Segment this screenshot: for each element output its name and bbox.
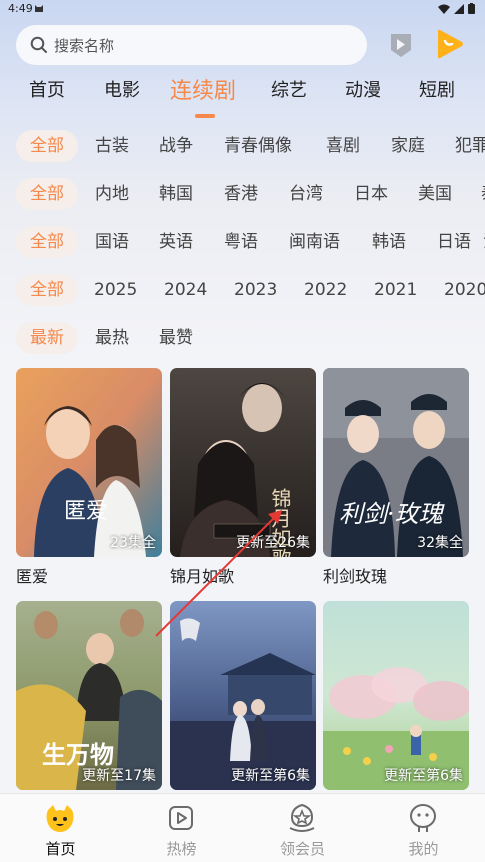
region-chip[interactable]: 泰 xyxy=(481,178,485,210)
region-chip[interactable]: 日本 xyxy=(354,178,388,210)
drama-poster: 锦月如歌 更新至26集 xyxy=(170,368,316,557)
language-chip[interactable]: 国语 xyxy=(95,226,129,258)
genre-chip[interactable]: 战争 xyxy=(159,130,193,162)
year-chip[interactable]: 2022 xyxy=(304,274,347,306)
language-chip-all[interactable]: 全部 xyxy=(16,226,78,258)
notification-cat-icon xyxy=(35,5,43,12)
play-square-icon xyxy=(169,806,193,830)
year-chip[interactable]: 2024 xyxy=(164,274,207,306)
region-chip-all[interactable]: 全部 xyxy=(16,178,78,210)
download-icon[interactable] xyxy=(386,30,416,60)
drama-card[interactable]: 匿爱 23集全 匿爱 xyxy=(16,368,162,587)
region-filter-row: 全部 内地 韩国 香港 台湾 日本 美国 泰 xyxy=(0,178,485,214)
drama-title: 匿爱 xyxy=(16,567,49,586)
language-chip[interactable]: 日语 xyxy=(437,226,471,258)
tab-series[interactable]: 连续剧 xyxy=(170,73,236,105)
nav-profile[interactable]: 我的 xyxy=(363,794,484,862)
poster-title-art: 匿爱 xyxy=(64,499,108,524)
status-bar: 4:49 xyxy=(0,0,485,18)
language-filter-row: 全部 国语 英语 粤语 闽南语 韩语 日语 法 xyxy=(0,226,485,262)
episode-badge: 更新至17集 xyxy=(82,768,156,784)
nav-hot-list[interactable]: 热榜 xyxy=(121,794,242,862)
battery-icon xyxy=(468,3,475,14)
nav-vip[interactable]: 领会员 xyxy=(242,794,363,862)
profile-face-icon xyxy=(410,804,436,832)
episode-badge: 更新至第6集 xyxy=(384,768,463,784)
sort-chip-most-liked[interactable]: 最赞 xyxy=(159,322,193,354)
app-logo-play-icon[interactable] xyxy=(432,27,466,61)
language-chip[interactable]: 韩语 xyxy=(372,226,406,258)
drama-card[interactable]: 更新至第6集 xyxy=(323,601,469,790)
drama-card[interactable]: 生万物 更新至17集 xyxy=(16,601,162,790)
search-input[interactable]: 搜索名称 xyxy=(16,25,367,65)
vip-gift-icon xyxy=(289,803,315,832)
status-indicators xyxy=(438,3,475,14)
main-category-tabs: 首页 电影 连续剧 综艺 动漫 短剧 xyxy=(0,76,485,116)
episode-badge: 32集全 xyxy=(417,535,463,551)
wifi-icon xyxy=(438,4,450,14)
tab-short-drama[interactable]: 短剧 xyxy=(419,76,455,102)
nav-label-vip: 领会员 xyxy=(279,840,325,858)
region-chip[interactable]: 韩国 xyxy=(159,178,193,210)
drama-poster: 利剑·玫瑰 32集全 xyxy=(323,368,469,557)
episode-badge: 更新至26集 xyxy=(236,535,310,551)
drama-card[interactable]: 利剑·玫瑰 32集全 利剑玫瑰 xyxy=(323,368,469,587)
poster-title-art: 利剑·玫瑰 xyxy=(339,500,446,528)
sort-chip-hottest[interactable]: 最热 xyxy=(95,322,129,354)
region-chip[interactable]: 美国 xyxy=(418,178,452,210)
drama-poster: 更新至第6集 xyxy=(323,601,469,790)
year-chip[interactable]: 2021 xyxy=(374,274,417,306)
genre-chip[interactable]: 古装 xyxy=(95,130,129,162)
year-chip[interactable]: 2025 xyxy=(94,274,137,306)
genre-chip-all[interactable]: 全部 xyxy=(16,130,78,162)
signal-icon xyxy=(454,3,464,14)
genre-chip[interactable]: 犯罪 xyxy=(455,130,485,162)
tab-movies[interactable]: 电影 xyxy=(104,76,140,102)
language-chip[interactable]: 闽南语 xyxy=(289,226,340,258)
year-filter-row: 全部 2025 2024 2023 2022 2021 2020 xyxy=(0,274,485,310)
drama-card[interactable]: 更新至第6集 xyxy=(170,601,316,790)
status-time: 4:49 xyxy=(8,2,33,15)
genre-chip[interactable]: 青春偶像 xyxy=(224,130,292,162)
episode-badge: 更新至第6集 xyxy=(231,768,310,784)
tab-home[interactable]: 首页 xyxy=(29,76,65,102)
year-chip-all[interactable]: 全部 xyxy=(16,274,78,306)
bottom-navigation: 首页 热榜 领会员 我的 xyxy=(0,793,485,862)
language-chip[interactable]: 粤语 xyxy=(224,226,258,258)
active-tab-indicator xyxy=(195,114,215,118)
tab-anime[interactable]: 动漫 xyxy=(345,76,381,102)
genre-filter-row: 全部 古装 战争 青春偶像 喜剧 家庭 犯罪 xyxy=(0,130,485,166)
sort-filter-row: 最新 最热 最赞 xyxy=(0,322,485,358)
genre-chip[interactable]: 喜剧 xyxy=(326,130,360,162)
sort-chip-latest[interactable]: 最新 xyxy=(16,322,78,354)
tab-variety[interactable]: 综艺 xyxy=(271,76,307,102)
home-mascot-icon xyxy=(46,805,74,832)
year-chip[interactable]: 2020 xyxy=(444,274,485,306)
drama-poster: 匿爱 23集全 xyxy=(16,368,162,557)
drama-poster: 更新至第6集 xyxy=(170,601,316,790)
nav-label-profile: 我的 xyxy=(408,840,439,858)
episode-badge: 23集全 xyxy=(110,535,156,551)
nav-label-hot-list: 热榜 xyxy=(166,840,197,858)
drama-card[interactable]: 锦月如歌 更新至26集 锦月如歌 xyxy=(170,368,316,587)
region-chip[interactable]: 内地 xyxy=(95,178,129,210)
year-chip[interactable]: 2023 xyxy=(234,274,277,306)
region-chip[interactable]: 香港 xyxy=(224,178,258,210)
drama-title: 利剑玫瑰 xyxy=(323,567,388,586)
search-placeholder: 搜索名称 xyxy=(54,36,115,55)
region-chip[interactable]: 台湾 xyxy=(289,178,323,210)
drama-poster: 生万物 更新至17集 xyxy=(16,601,162,790)
nav-label-home: 首页 xyxy=(45,840,76,858)
drama-title: 锦月如歌 xyxy=(170,567,235,586)
search-icon xyxy=(30,36,47,53)
nav-home[interactable]: 首页 xyxy=(0,794,121,862)
language-chip[interactable]: 英语 xyxy=(159,226,193,258)
genre-chip[interactable]: 家庭 xyxy=(391,130,425,162)
